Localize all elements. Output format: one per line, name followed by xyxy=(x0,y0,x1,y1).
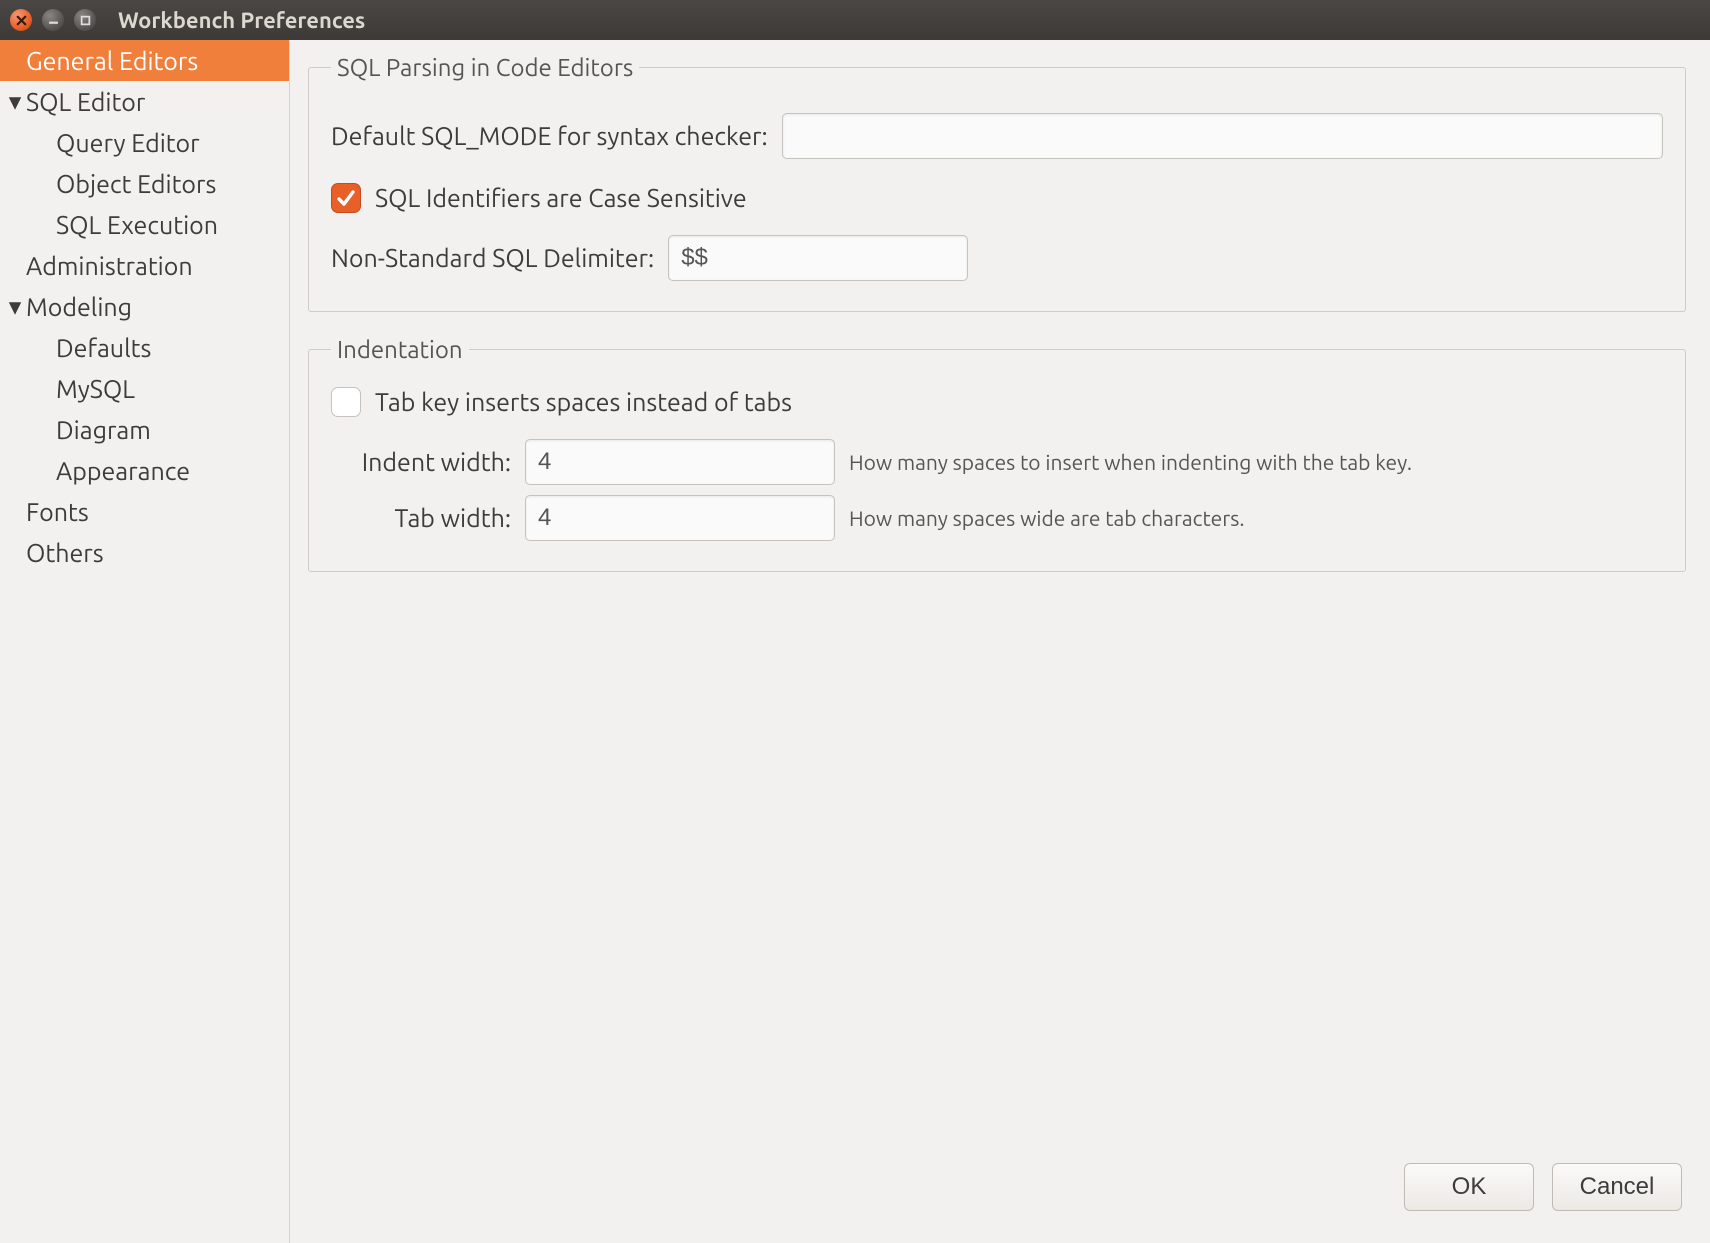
sidebar-item-label: Modeling xyxy=(26,293,132,321)
preferences-sidebar: General Editors ▾ SQL Editor Query Edito… xyxy=(0,40,290,1243)
sidebar-item-mysql[interactable]: MySQL xyxy=(0,368,289,409)
sidebar-item-defaults[interactable]: Defaults xyxy=(0,327,289,368)
case-sensitive-label: SQL Identifiers are Case Sensitive xyxy=(375,184,747,212)
sidebar-item-fonts[interactable]: Fonts xyxy=(0,491,289,532)
tab-width-hint: How many spaces wide are tab characters. xyxy=(849,506,1245,530)
sidebar-item-label: Diagram xyxy=(56,416,151,444)
tree-arrow-down-icon: ▾ xyxy=(6,87,24,116)
sidebar-item-object-editors[interactable]: Object Editors xyxy=(0,163,289,204)
sidebar-item-diagram[interactable]: Diagram xyxy=(0,409,289,450)
ok-button[interactable]: OK xyxy=(1404,1163,1534,1211)
indent-width-hint: How many spaces to insert when indenting… xyxy=(849,450,1412,474)
group-sql-parsing: SQL Parsing in Code Editors Default SQL_… xyxy=(308,54,1686,312)
group-indentation: Indentation Tab key inserts spaces inste… xyxy=(308,336,1686,572)
sidebar-item-sql-editor[interactable]: ▾ SQL Editor xyxy=(0,81,289,122)
sql-mode-label: Default SQL_MODE for syntax checker: xyxy=(331,122,768,150)
sidebar-item-label: SQL Execution xyxy=(56,211,218,239)
indent-width-input[interactable] xyxy=(525,439,835,485)
sidebar-item-sql-execution[interactable]: SQL Execution xyxy=(0,204,289,245)
sql-mode-input[interactable] xyxy=(782,113,1663,159)
tab-inserts-spaces-label: Tab key inserts spaces instead of tabs xyxy=(375,388,792,416)
indent-width-label: Indent width: xyxy=(331,448,511,476)
window-title: Workbench Preferences xyxy=(118,8,365,33)
maximize-icon[interactable] xyxy=(74,9,96,31)
sidebar-item-others[interactable]: Others xyxy=(0,532,289,573)
sidebar-item-label: Defaults xyxy=(56,334,151,362)
dialog-footer: OK Cancel xyxy=(308,1155,1686,1229)
sidebar-item-label: Object Editors xyxy=(56,170,216,198)
preferences-content: SQL Parsing in Code Editors Default SQL_… xyxy=(290,40,1710,1243)
tab-width-label: Tab width: xyxy=(331,504,511,532)
window-controls xyxy=(10,9,96,31)
sidebar-item-label: Appearance xyxy=(56,457,190,485)
group-legend: Indentation xyxy=(331,336,469,363)
tab-inserts-spaces-checkbox[interactable] xyxy=(331,387,361,417)
tab-width-input[interactable] xyxy=(525,495,835,541)
sidebar-item-label: Administration xyxy=(26,252,193,280)
sidebar-item-label: General Editors xyxy=(26,47,198,75)
sidebar-item-label: SQL Editor xyxy=(26,88,145,116)
delimiter-input[interactable] xyxy=(668,235,968,281)
sidebar-item-general-editors[interactable]: General Editors xyxy=(0,40,289,81)
sidebar-item-modeling[interactable]: ▾ Modeling xyxy=(0,286,289,327)
titlebar: Workbench Preferences xyxy=(0,0,1710,40)
case-sensitive-checkbox[interactable] xyxy=(331,183,361,213)
sidebar-item-label: Others xyxy=(26,539,104,567)
sidebar-item-query-editor[interactable]: Query Editor xyxy=(0,122,289,163)
sidebar-item-administration[interactable]: Administration xyxy=(0,245,289,286)
group-legend: SQL Parsing in Code Editors xyxy=(331,54,639,81)
close-icon[interactable] xyxy=(10,9,32,31)
minimize-icon[interactable] xyxy=(42,9,64,31)
sidebar-item-label: Query Editor xyxy=(56,129,200,157)
sidebar-item-label: Fonts xyxy=(26,498,89,526)
sidebar-item-appearance[interactable]: Appearance xyxy=(0,450,289,491)
delimiter-label: Non-Standard SQL Delimiter: xyxy=(331,244,654,272)
tree-arrow-down-icon: ▾ xyxy=(6,292,24,321)
sidebar-item-label: MySQL xyxy=(56,375,135,403)
cancel-button[interactable]: Cancel xyxy=(1552,1163,1682,1211)
